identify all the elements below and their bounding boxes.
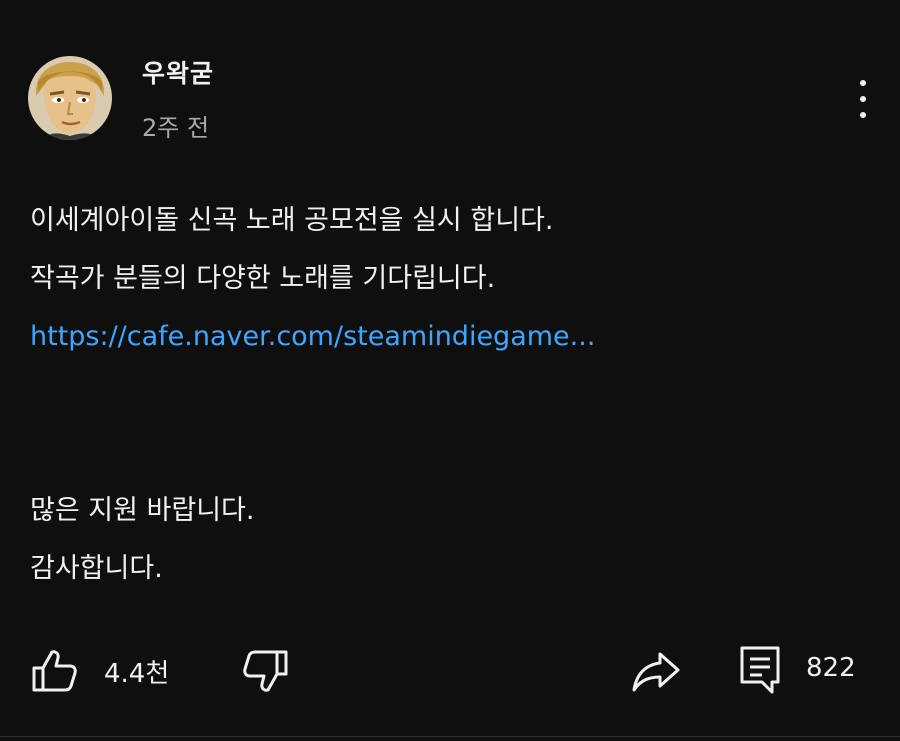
divider <box>0 736 900 737</box>
community-post: 우왁굳 2주 전 이세계아이돌 신곡 노래 공모전을 실시 합니다. 작곡가 분… <box>0 0 900 741</box>
post-text-line: 많은 지원 바랍니다. <box>30 495 255 526</box>
post-link[interactable]: https://cafe.naver.com/steamindiegame... <box>30 308 870 366</box>
share-button[interactable] <box>630 648 682 694</box>
like-button[interactable] <box>30 648 80 694</box>
author-name[interactable]: 우왁굳 <box>142 54 214 90</box>
post-time: 2주 전 <box>142 114 210 142</box>
comment-count: 822 <box>806 653 856 683</box>
more-options-button[interactable] <box>848 78 878 120</box>
more-vertical-icon <box>860 80 866 86</box>
share-icon <box>632 652 680 692</box>
post-text-line: 작곡가 분들의 다양한 노래를 기다립니다. <box>30 263 496 294</box>
post-body: 이세계아이돌 신곡 노래 공모전을 실시 합니다. 작곡가 분들의 다양한 노래… <box>30 192 870 598</box>
avatar-illustration-icon <box>28 56 112 140</box>
thumbs-up-icon <box>32 650 77 692</box>
post-text-line: 이세계아이돌 신곡 노래 공모전을 실시 합니다. <box>30 205 554 236</box>
post-actions: 4.4천 822 <box>0 640 900 700</box>
blank-lines <box>30 366 870 482</box>
more-dot <box>860 96 866 102</box>
comment-icon <box>740 646 780 694</box>
author-avatar[interactable] <box>28 56 112 140</box>
comments-button[interactable] <box>738 644 782 696</box>
dislike-button[interactable] <box>240 648 290 694</box>
like-count: 4.4천 <box>104 659 170 689</box>
post-text-line: 감사합니다. <box>30 553 163 584</box>
thumbs-down-icon <box>243 650 288 692</box>
more-dot <box>860 112 866 118</box>
